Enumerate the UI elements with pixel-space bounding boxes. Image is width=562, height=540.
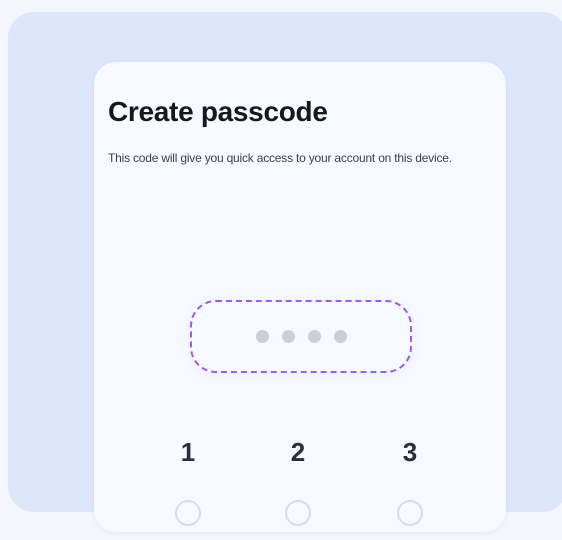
pin-dot-1	[255, 330, 269, 343]
keypad-key-4-outline	[175, 500, 201, 526]
outer-panel: Create passcode This code will give you …	[8, 12, 562, 532]
page-subtitle: This code will give you quick access to …	[108, 151, 452, 165]
keypad-key-6[interactable]	[380, 500, 440, 540]
pin-dot-2	[281, 330, 295, 343]
keypad-key-5[interactable]	[268, 500, 328, 540]
keypad-key-4[interactable]	[158, 500, 218, 540]
keypad-key-5-outline	[285, 500, 311, 526]
keypad-key-1[interactable]: 1	[158, 430, 218, 474]
keypad-key-6-outline	[397, 500, 423, 526]
passcode-screen: Create passcode This code will give you …	[94, 62, 506, 532]
passcode-field[interactable]	[190, 300, 412, 373]
keypad-key-2[interactable]: 2	[268, 430, 328, 474]
pin-dot-4	[333, 330, 347, 343]
keypad-key-3[interactable]: 3	[380, 430, 440, 474]
pin-dot-3	[307, 330, 321, 343]
page-title: Create passcode	[108, 96, 328, 127]
